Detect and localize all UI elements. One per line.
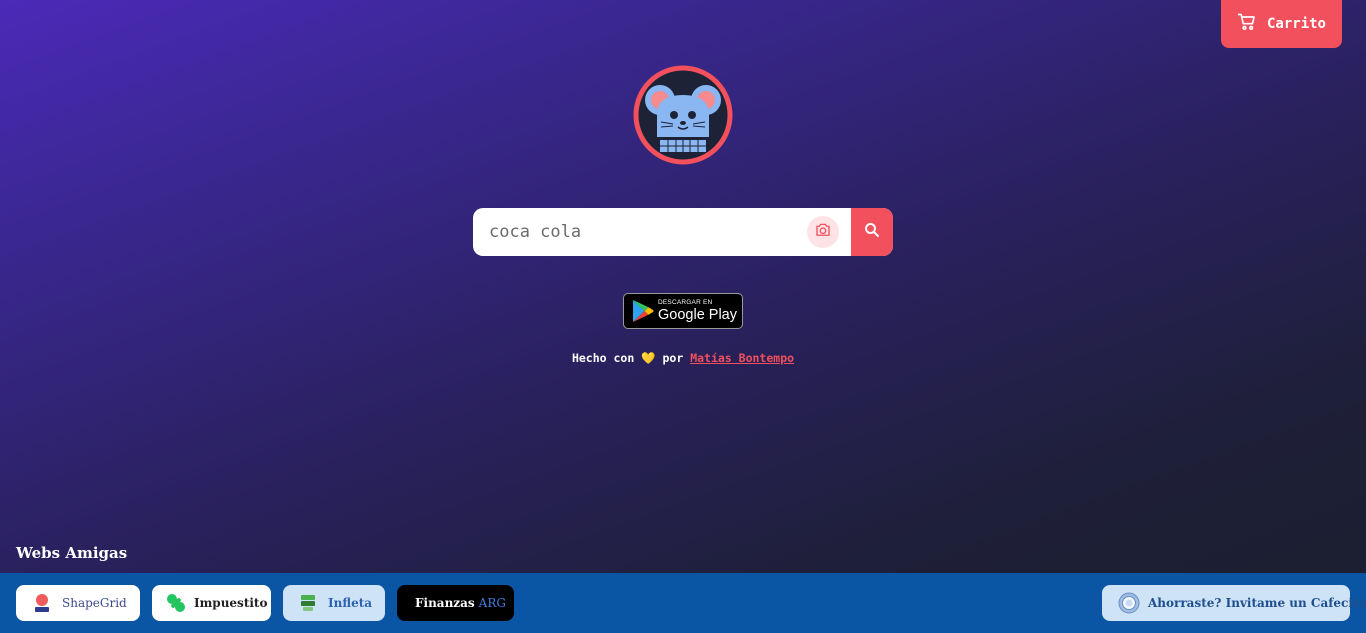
google-play-icon <box>632 299 654 323</box>
credits-made-with: Hecho con <box>571 351 635 365</box>
impuestito-link[interactable]: Impuestito <box>152 585 271 621</box>
author-link[interactable]: Matías Bontempo <box>690 351 794 365</box>
finanzas-label: Finanzas <box>415 596 475 610</box>
search-bar <box>473 208 893 256</box>
search-button[interactable] <box>851 208 893 256</box>
search-input[interactable] <box>473 208 803 256</box>
finanzas-arg-link[interactable]: Finanzas ARG <box>397 585 514 621</box>
shapegrid-link[interactable]: ShapeGrid <box>16 585 140 621</box>
heart-icon: 💛 <box>641 351 656 365</box>
gplay-small-text: DESCARGAR EN <box>658 298 713 306</box>
finanzas-accent: ARG <box>478 596 506 610</box>
cafecito-label: Ahorraste? Invitame un Cafecito <box>1148 596 1366 610</box>
credits-by: por <box>662 351 684 365</box>
shapegrid-label: ShapeGrid <box>62 596 127 610</box>
google-play-badge[interactable]: DESCARGAR EN Google Play <box>623 293 743 329</box>
gplay-big-text: Google Play <box>658 307 737 323</box>
cart-icon <box>1237 12 1257 36</box>
mouse-logo <box>633 65 733 165</box>
impuestito-icon <box>166 593 186 613</box>
friends-bar: ShapeGrid Impuestito Infleta Finanzas AR… <box>0 573 1366 633</box>
infleta-label: Infleta <box>328 596 373 610</box>
shapegrid-icon <box>34 593 50 613</box>
search-icon <box>863 221 881 243</box>
coffee-cup-icon <box>1118 592 1140 614</box>
camera-search-button[interactable] <box>807 216 839 248</box>
cart-label: Carrito <box>1266 16 1326 32</box>
cart-button[interactable]: Carrito <box>1221 0 1342 48</box>
cafecito-button[interactable]: Ahorraste? Invitame un Cafecito <box>1102 585 1366 621</box>
camera-icon <box>814 221 832 243</box>
credits: Hecho con 💛 por Matías Bontempo <box>0 351 1366 365</box>
infleta-link[interactable]: Infleta <box>283 585 385 621</box>
friends-title: Webs Amigas <box>16 544 128 562</box>
impuestito-label: Impuestito <box>194 596 268 610</box>
infleta-icon <box>300 594 316 612</box>
